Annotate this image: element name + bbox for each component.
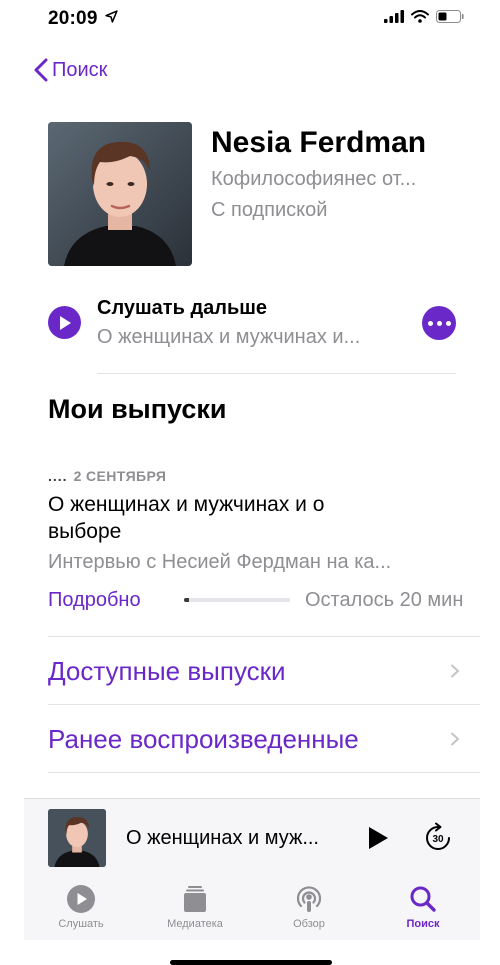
host-portrait-thumbnail (48, 809, 106, 867)
tab-label: Обзор (293, 918, 325, 930)
play-icon (369, 827, 388, 849)
home-indicator[interactable] (170, 960, 332, 965)
continue-episode[interactable]: О женщинах и мужчинах и... (97, 326, 409, 349)
tab-label: Медиатека (167, 918, 223, 930)
library-icon (184, 886, 206, 912)
play-circle-icon (67, 885, 95, 913)
episode-progress-dots: .... (48, 468, 68, 484)
divider (97, 373, 456, 374)
available-episodes-row[interactable]: Доступные выпуски (48, 638, 468, 704)
podcast-artwork (48, 122, 192, 266)
play-icon (59, 315, 71, 330)
episode-description[interactable]: Интервью с Несией Фердман на ка... (48, 551, 458, 574)
episode-date-row: .... 2 СЕНТЯБРЯ (48, 468, 166, 484)
tab-browse[interactable]: Обзор (252, 878, 366, 940)
tab-library[interactable]: Медиатека (138, 878, 252, 940)
mini-player-title[interactable]: О женщинах и муж... (126, 827, 340, 850)
subscription-status: С подпиской (211, 199, 328, 221)
divider (48, 704, 480, 705)
tab-search[interactable]: Поиск (366, 878, 480, 940)
tab-listen-now[interactable]: Слушать (24, 878, 138, 940)
episode-progress-fill (184, 598, 190, 602)
podcast-subtitle[interactable]: Кофилософиянес от... (211, 168, 471, 191)
ellipsis-dot (445, 320, 451, 326)
section-title: Мои выпуски (48, 394, 227, 424)
episode-remaining: Осталось 20 мин (305, 589, 464, 611)
wifi-icon (411, 10, 429, 23)
status-time-text: 20:09 (48, 8, 98, 29)
continue-title[interactable]: Слушать дальше (97, 297, 267, 320)
status-bar: 20:09 (0, 0, 500, 44)
battery-icon (436, 10, 464, 23)
status-time: 20:09 (48, 8, 118, 30)
more-options-button[interactable] (422, 306, 456, 340)
skip-forward-30-icon: 30 (426, 822, 450, 850)
skip-seconds-text: 30 (432, 834, 444, 845)
episode-title[interactable]: О женщинах и мужчинах и о выборе (48, 491, 388, 545)
episode-progress-bar (184, 598, 290, 602)
cellular-signal-icon (384, 10, 404, 23)
previously-played-label: Ранее воспроизведенные (48, 723, 359, 754)
ellipsis-dot (436, 320, 442, 326)
chevron-left-icon (34, 58, 48, 82)
continue-play-button[interactable] (48, 306, 81, 339)
chevron-right-icon (451, 732, 459, 746)
back-button-label: Поиск (52, 58, 108, 81)
podcast-author: Nesia Ferdman (211, 126, 427, 159)
tab-bar: Слушать Медиатека Обзор Поиск (24, 878, 480, 940)
podcasts-icon (296, 886, 322, 912)
tab-label: Слушать (58, 918, 104, 930)
mini-player[interactable]: О женщинах и муж... 30 (24, 798, 480, 878)
mini-player-play-button[interactable] (366, 825, 390, 856)
available-episodes-label: Доступные выпуски (48, 655, 286, 686)
host-portrait (48, 122, 192, 266)
chevron-right-icon (451, 664, 459, 678)
back-button[interactable]: Поиск (34, 58, 107, 82)
mini-player-artwork (48, 809, 106, 867)
episode-date: 2 СЕНТЯБРЯ (73, 468, 167, 484)
skip-forward-button[interactable]: 30 (423, 822, 453, 859)
divider (48, 636, 480, 637)
tab-label: Поиск (406, 918, 440, 930)
status-indicators (384, 10, 464, 23)
location-arrow-icon (105, 10, 118, 23)
divider (48, 772, 480, 773)
search-icon (410, 886, 436, 912)
previously-played-row[interactable]: Ранее воспроизведенные (48, 706, 468, 772)
episode-details-link[interactable]: Подробно (48, 589, 141, 612)
ellipsis-dot (427, 320, 433, 326)
